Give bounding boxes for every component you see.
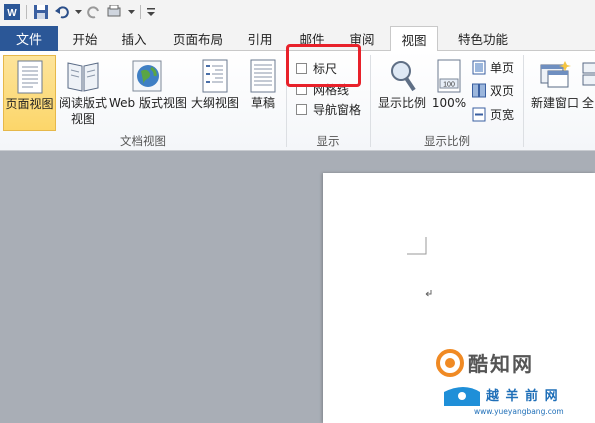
two-pages-label: 双页 bbox=[490, 83, 515, 98]
draft-button[interactable]: 草稿 bbox=[244, 55, 282, 131]
save-icon[interactable] bbox=[32, 3, 50, 21]
outline-icon bbox=[202, 59, 228, 93]
margin-corner-mark bbox=[407, 237, 427, 255]
watermark-site-name: 越 羊 前 网 bbox=[486, 389, 559, 404]
tab-file[interactable]: 文件 bbox=[0, 26, 58, 51]
page-width-label: 页宽 bbox=[490, 107, 515, 122]
qat-separator bbox=[140, 5, 141, 19]
print-layout-button[interactable]: 页面视图 bbox=[3, 55, 56, 131]
print-layout-label: 页面视图 bbox=[5, 97, 54, 111]
qat-separator bbox=[26, 5, 27, 19]
tab-special-features[interactable]: 特色功能 bbox=[448, 26, 518, 51]
watermark-url: www.yueyangbang.com bbox=[474, 407, 564, 416]
redo-icon[interactable] bbox=[85, 3, 103, 21]
one-page-icon bbox=[472, 60, 486, 74]
ruler-highlight-box bbox=[286, 44, 361, 87]
web-layout-button[interactable]: Web 版式视图 bbox=[108, 55, 188, 131]
two-pages-icon bbox=[472, 83, 486, 97]
svg-text:100: 100 bbox=[443, 82, 455, 89]
zoom-button[interactable]: 显示比例 bbox=[376, 55, 428, 131]
reading-view-icon bbox=[67, 62, 99, 92]
new-window-icon bbox=[540, 61, 571, 88]
undo-icon[interactable] bbox=[53, 3, 71, 21]
dropdown-arrow-icon[interactable] bbox=[127, 3, 135, 21]
arrange-all-icon bbox=[582, 62, 595, 86]
page-width-icon bbox=[472, 107, 486, 121]
navigation-pane-label: 导航窗格 bbox=[313, 102, 362, 117]
tab-home[interactable]: 开始 bbox=[62, 26, 108, 51]
one-page-button[interactable]: 单页 bbox=[472, 57, 514, 77]
group-label-zoom: 显示比例 bbox=[424, 134, 470, 148]
page-width-button[interactable]: 页宽 bbox=[472, 104, 514, 124]
watermark: 酷知网 越 羊 前 网 www.yueyangbang.com bbox=[436, 344, 595, 423]
new-window-button[interactable]: 新建窗口 bbox=[527, 55, 583, 131]
web-globe-icon bbox=[132, 60, 162, 92]
print-preview-icon[interactable] bbox=[106, 3, 124, 21]
new-window-label: 新建窗口 bbox=[530, 96, 579, 110]
dropdown-arrow-icon[interactable] bbox=[74, 3, 82, 21]
reading-label-line1: 阅读版式 bbox=[58, 96, 107, 110]
outline-button[interactable]: 大纲视图 bbox=[190, 55, 240, 131]
svg-text:W: W bbox=[7, 8, 17, 19]
tab-view[interactable]: 视图 bbox=[390, 26, 438, 52]
group-label-show: 显示 bbox=[316, 134, 340, 148]
print-layout-icon bbox=[17, 60, 42, 94]
outline-label: 大纲视图 bbox=[190, 96, 239, 110]
tab-references[interactable]: 引用 bbox=[240, 26, 280, 51]
customize-qat-icon[interactable] bbox=[146, 3, 156, 21]
watermark-brand: 酷知网 bbox=[468, 352, 534, 376]
draft-icon bbox=[250, 59, 276, 93]
tab-insert[interactable]: 插入 bbox=[112, 26, 156, 51]
full-screen-reading-button[interactable]: 阅读版式 视图 bbox=[58, 55, 108, 131]
tab-page-layout[interactable]: 页面布局 bbox=[162, 26, 234, 51]
zoom-100-button[interactable]: 100 100% bbox=[430, 55, 468, 131]
magnifier-icon bbox=[391, 61, 416, 92]
arrange-all-label: 全 bbox=[582, 96, 595, 110]
quick-access-toolbar: W bbox=[0, 0, 595, 24]
page-100-icon: 100 bbox=[437, 59, 461, 93]
navigation-pane-checkbox[interactable] bbox=[296, 103, 307, 115]
navigation-pane-checkbox-row[interactable]: 导航窗格 bbox=[296, 99, 361, 119]
one-page-label: 单页 bbox=[490, 60, 515, 75]
word-logo-icon: W bbox=[3, 3, 21, 21]
zoom-label: 显示比例 bbox=[377, 96, 426, 110]
two-pages-button[interactable]: 双页 bbox=[472, 80, 514, 100]
group-separator bbox=[523, 55, 524, 147]
draft-label: 草稿 bbox=[250, 96, 275, 110]
web-layout-label: Web 版式视图 bbox=[109, 96, 187, 110]
group-label-document-views: 文档视图 bbox=[120, 134, 166, 148]
reading-label-line2: 视图 bbox=[70, 112, 95, 126]
arrange-all-button[interactable]: 全 bbox=[582, 55, 595, 131]
zoom-100-label: 100% bbox=[431, 96, 467, 110]
